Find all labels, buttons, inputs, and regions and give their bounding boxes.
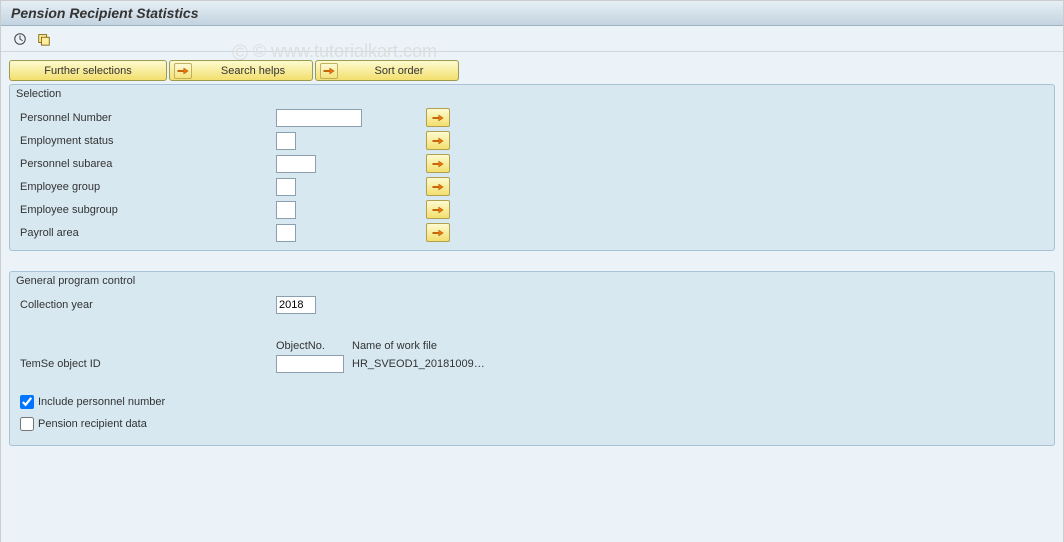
object-no-header: ObjectNo. (276, 340, 352, 352)
title-bar: Pension Recipient Statistics (1, 1, 1063, 26)
multiple-selection-button[interactable] (426, 223, 450, 242)
selection-group: Selection Personnel Number Employment sta… (9, 84, 1055, 251)
selection-input[interactable] (276, 201, 296, 219)
workfile-header: Name of work file (352, 340, 437, 352)
variant-button[interactable] (33, 29, 55, 49)
selection-input[interactable] (276, 109, 362, 127)
arrow-right-icon (432, 182, 444, 192)
selection-row: Personnel Number (10, 106, 1054, 129)
further-selections-button[interactable]: Further selections (9, 60, 167, 81)
arrow-right-icon (320, 63, 338, 79)
arrow-right-icon (432, 205, 444, 215)
selection-button-row: Further selections Search helps Sort ord… (9, 60, 1055, 81)
multiple-selection-button[interactable] (426, 154, 450, 173)
clock-icon (13, 32, 27, 46)
stack-icon (37, 32, 51, 46)
content-area: Further selections Search helps Sort ord… (1, 52, 1063, 542)
general-group-title: General program control (10, 272, 1054, 293)
selection-row: Personnel subarea (10, 152, 1054, 175)
arrow-right-icon (432, 228, 444, 238)
pension-recipient-checkbox[interactable] (20, 417, 34, 431)
selection-row: Employee subgroup (10, 198, 1054, 221)
selection-row: Employment status (10, 129, 1054, 152)
include-personnel-label: Include personnel number (38, 396, 165, 408)
search-helps-label: Search helps (221, 65, 285, 77)
workfile-name: HR_SVEOD1_20181009… (352, 358, 485, 370)
multiple-selection-button[interactable] (426, 131, 450, 150)
pension-recipient-label: Pension recipient data (38, 418, 147, 430)
page-title: Pension Recipient Statistics (11, 5, 1053, 21)
execute-button[interactable] (9, 29, 31, 49)
multiple-selection-button[interactable] (426, 177, 450, 196)
include-personnel-checkbox[interactable] (20, 395, 34, 409)
search-helps-button[interactable]: Search helps (169, 60, 313, 81)
selection-input[interactable] (276, 224, 296, 242)
field-label: Payroll area (20, 227, 276, 239)
multiple-selection-button[interactable] (426, 200, 450, 219)
further-selections-label: Further selections (44, 65, 131, 77)
sort-order-button[interactable]: Sort order (315, 60, 459, 81)
arrow-right-icon (174, 63, 192, 79)
selection-group-title: Selection (10, 85, 1054, 106)
field-label: Personnel Number (20, 112, 276, 124)
temse-label: TemSe object ID (20, 358, 276, 370)
arrow-right-icon (432, 136, 444, 146)
sort-order-label: Sort order (375, 65, 424, 77)
selection-input[interactable] (276, 132, 296, 150)
selection-input[interactable] (276, 155, 316, 173)
selection-input[interactable] (276, 178, 296, 196)
general-group: General program control Collection year … (9, 271, 1055, 446)
selection-row: Employee group (10, 175, 1054, 198)
app-toolbar (1, 26, 1063, 52)
temse-object-input[interactable] (276, 355, 344, 373)
multiple-selection-button[interactable] (426, 108, 450, 127)
collection-year-input[interactable] (276, 296, 316, 314)
selection-row: Payroll area (10, 221, 1054, 244)
arrow-right-icon (432, 159, 444, 169)
arrow-right-icon (432, 113, 444, 123)
collection-year-label: Collection year (20, 299, 276, 311)
object-header-row: ObjectNo. Name of work file (10, 332, 1054, 352)
field-label: Personnel subarea (20, 158, 276, 170)
field-label: Employment status (20, 135, 276, 147)
field-label: Employee group (20, 181, 276, 193)
field-label: Employee subgroup (20, 204, 276, 216)
